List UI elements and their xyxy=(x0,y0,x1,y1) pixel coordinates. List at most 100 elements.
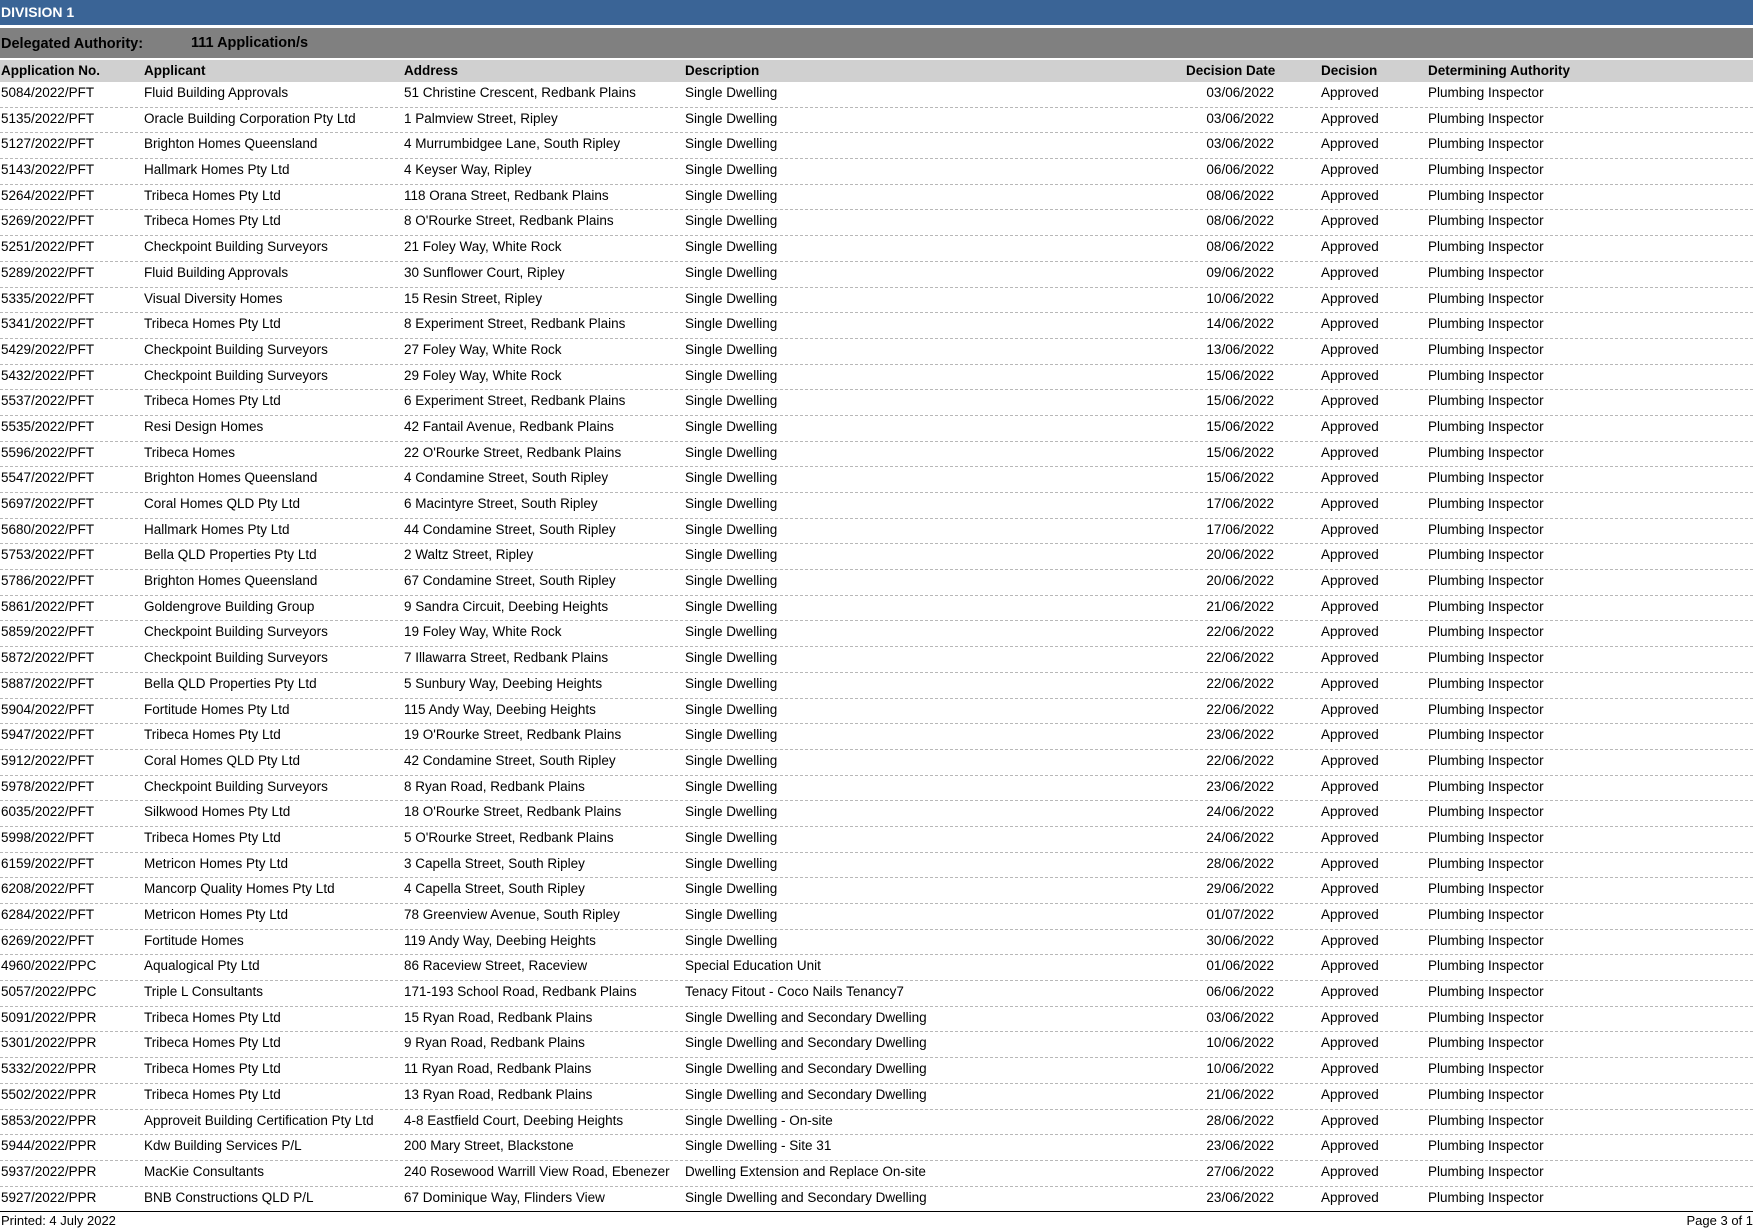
table-row: 5978/2022/PFTCheckpoint Building Surveyo… xyxy=(0,776,1753,802)
cell-decision-date: 21/06/2022 xyxy=(1186,596,1274,618)
cell-decision: Approved xyxy=(1321,82,1379,104)
cell-applicant: Tribeca Homes Pty Ltd xyxy=(144,1007,281,1029)
header-decision-date: Decision Date xyxy=(1186,60,1275,82)
table-row: 5786/2022/PFTBrighton Homes Queensland67… xyxy=(0,570,1753,596)
table-header: Application No. Applicant Address Descri… xyxy=(0,60,1753,82)
cell-address: 4-8 Eastfield Court, Deebing Heights xyxy=(404,1110,623,1132)
cell-application-no: 5289/2022/PFT xyxy=(1,262,94,284)
table-row: 6269/2022/PFTFortitude Homes119 Andy Way… xyxy=(0,930,1753,956)
cell-application-no: 5978/2022/PFT xyxy=(1,776,94,798)
cell-application-no: 5859/2022/PFT xyxy=(1,621,94,643)
cell-applicant: Fluid Building Approvals xyxy=(144,82,288,104)
table-body: 5084/2022/PFTFluid Building Approvals51 … xyxy=(0,82,1753,1212)
cell-application-no: 5753/2022/PFT xyxy=(1,544,94,566)
cell-application-no: 5937/2022/PPR xyxy=(1,1161,96,1183)
cell-description: Single Dwelling xyxy=(685,133,777,155)
cell-decision: Approved xyxy=(1321,236,1379,258)
cell-decision-date: 15/06/2022 xyxy=(1186,467,1274,489)
cell-determining-authority: Plumbing Inspector xyxy=(1428,519,1544,541)
cell-applicant: Bella QLD Properties Pty Ltd xyxy=(144,544,317,566)
cell-address: 42 Condamine Street, South Ripley xyxy=(404,750,616,772)
cell-applicant: Triple L Consultants xyxy=(144,981,263,1003)
cell-application-no: 5786/2022/PFT xyxy=(1,570,94,592)
cell-determining-authority: Plumbing Inspector xyxy=(1428,442,1544,464)
cell-determining-authority: Plumbing Inspector xyxy=(1428,416,1544,438)
cell-decision-date: 15/06/2022 xyxy=(1186,442,1274,464)
cell-description: Single Dwelling xyxy=(685,262,777,284)
table-row: 5753/2022/PFT Bella QLD Properties Pty Lt… xyxy=(0,544,1753,570)
cell-decision: Approved xyxy=(1321,981,1379,1003)
cell-address: 29 Foley Way, White Rock xyxy=(404,365,562,387)
cell-address: 5 O'Rourke Street, Redbank Plains xyxy=(404,827,614,849)
cell-determining-authority: Plumbing Inspector xyxy=(1428,185,1544,207)
table-row: 5432/2022/PFTCheckpoint Building Surveyo… xyxy=(0,365,1753,391)
cell-application-no: 6269/2022/PFT xyxy=(1,930,94,952)
cell-description: Single Dwelling xyxy=(685,673,777,695)
cell-decision: Approved xyxy=(1321,519,1379,541)
cell-decision: Approved xyxy=(1321,313,1379,335)
cell-description: Single Dwelling xyxy=(685,853,777,875)
cell-address: 30 Sunflower Court, Ripley xyxy=(404,262,565,284)
cell-applicant: Hallmark Homes Pty Ltd xyxy=(144,159,290,181)
cell-applicant: Resi Design Homes xyxy=(144,416,263,438)
cell-decision-date: 03/06/2022 xyxy=(1186,133,1274,155)
cell-description: Single Dwelling xyxy=(685,365,777,387)
cell-decision: Approved xyxy=(1321,185,1379,207)
cell-decision-date: 01/06/2022 xyxy=(1186,955,1274,977)
cell-decision: Approved xyxy=(1321,262,1379,284)
cell-applicant: Approveit Building Certification Pty Ltd xyxy=(144,1110,374,1132)
table-row: 5947/2022/PFTTribeca Homes Pty Ltd19 O'R… xyxy=(0,724,1753,750)
cell-applicant: BNB Constructions QLD P/L xyxy=(144,1187,314,1209)
header-application-no: Application No. xyxy=(1,60,100,82)
cell-address: 67 Condamine Street, South Ripley xyxy=(404,570,616,592)
table-row: 5135/2022/PFTOracle Building Corporation… xyxy=(0,108,1753,134)
cell-decision: Approved xyxy=(1321,133,1379,155)
page-number: Page 3 of 1 xyxy=(1687,1213,1753,1228)
cell-address: 2 Waltz Street, Ripley xyxy=(404,544,533,566)
cell-application-no: 6035/2022/PFT xyxy=(1,801,94,823)
cell-decision: Approved xyxy=(1321,673,1379,695)
cell-applicant: Mancorp Quality Homes Pty Ltd xyxy=(144,878,335,900)
cell-determining-authority: Plumbing Inspector xyxy=(1428,699,1544,721)
cell-decision: Approved xyxy=(1321,467,1379,489)
cell-determining-authority: Plumbing Inspector xyxy=(1428,1058,1544,1080)
cell-decision-date: 17/06/2022 xyxy=(1186,493,1274,515)
cell-description: Single Dwelling xyxy=(685,519,777,541)
table-row: 5859/2022/PFTCheckpoint Building Surveyo… xyxy=(0,621,1753,647)
cell-decision-date: 15/06/2022 xyxy=(1186,390,1274,412)
cell-application-no: 5853/2022/PPR xyxy=(1,1110,96,1132)
cell-determining-authority: Plumbing Inspector xyxy=(1428,236,1544,258)
cell-description: Single Dwelling - Site 31 xyxy=(685,1135,831,1157)
cell-applicant: Checkpoint Building Surveyors xyxy=(144,365,328,387)
cell-decision-date: 15/06/2022 xyxy=(1186,416,1274,438)
cell-application-no: 4960/2022/PPC xyxy=(1,955,96,977)
authority-bar: Delegated Authority: 111 Application/s xyxy=(0,28,1753,58)
cell-decision: Approved xyxy=(1321,801,1379,823)
cell-applicant: Oracle Building Corporation Pty Ltd xyxy=(144,108,356,130)
application-count: 111 Application/s xyxy=(191,28,308,58)
cell-description: Single Dwelling and Secondary Dwelling xyxy=(685,1084,927,1106)
table-row: 5872/2022/PFTCheckpoint Building Surveyo… xyxy=(0,647,1753,673)
cell-decision-date: 22/06/2022 xyxy=(1186,699,1274,721)
cell-description: Single Dwelling xyxy=(685,930,777,952)
cell-applicant: Coral Homes QLD Pty Ltd xyxy=(144,750,300,772)
cell-description: Single Dwelling xyxy=(685,442,777,464)
cell-determining-authority: Plumbing Inspector xyxy=(1428,108,1544,130)
cell-address: 13 Ryan Road, Redbank Plains xyxy=(404,1084,592,1106)
cell-decision: Approved xyxy=(1321,390,1379,412)
cell-decision-date: 24/06/2022 xyxy=(1186,827,1274,849)
cell-description: Single Dwelling and Secondary Dwelling xyxy=(685,1058,927,1080)
cell-decision-date: 22/06/2022 xyxy=(1186,750,1274,772)
authority-label: Delegated Authority: xyxy=(1,29,143,59)
cell-description: Single Dwelling and Secondary Dwelling xyxy=(685,1187,927,1209)
cell-decision-date: 23/06/2022 xyxy=(1186,1135,1274,1157)
cell-determining-authority: Plumbing Inspector xyxy=(1428,776,1544,798)
cell-decision-date: 29/06/2022 xyxy=(1186,878,1274,900)
cell-applicant: Tribeca Homes Pty Ltd xyxy=(144,1032,281,1054)
cell-address: 6 Macintyre Street, South Ripley xyxy=(404,493,598,515)
cell-applicant: Tribeca Homes Pty Ltd xyxy=(144,210,281,232)
cell-applicant: Tribeca Homes Pty Ltd xyxy=(144,827,281,849)
cell-address: 21 Foley Way, White Rock xyxy=(404,236,562,258)
cell-address: 1 Palmview Street, Ripley xyxy=(404,108,558,130)
cell-decision: Approved xyxy=(1321,750,1379,772)
